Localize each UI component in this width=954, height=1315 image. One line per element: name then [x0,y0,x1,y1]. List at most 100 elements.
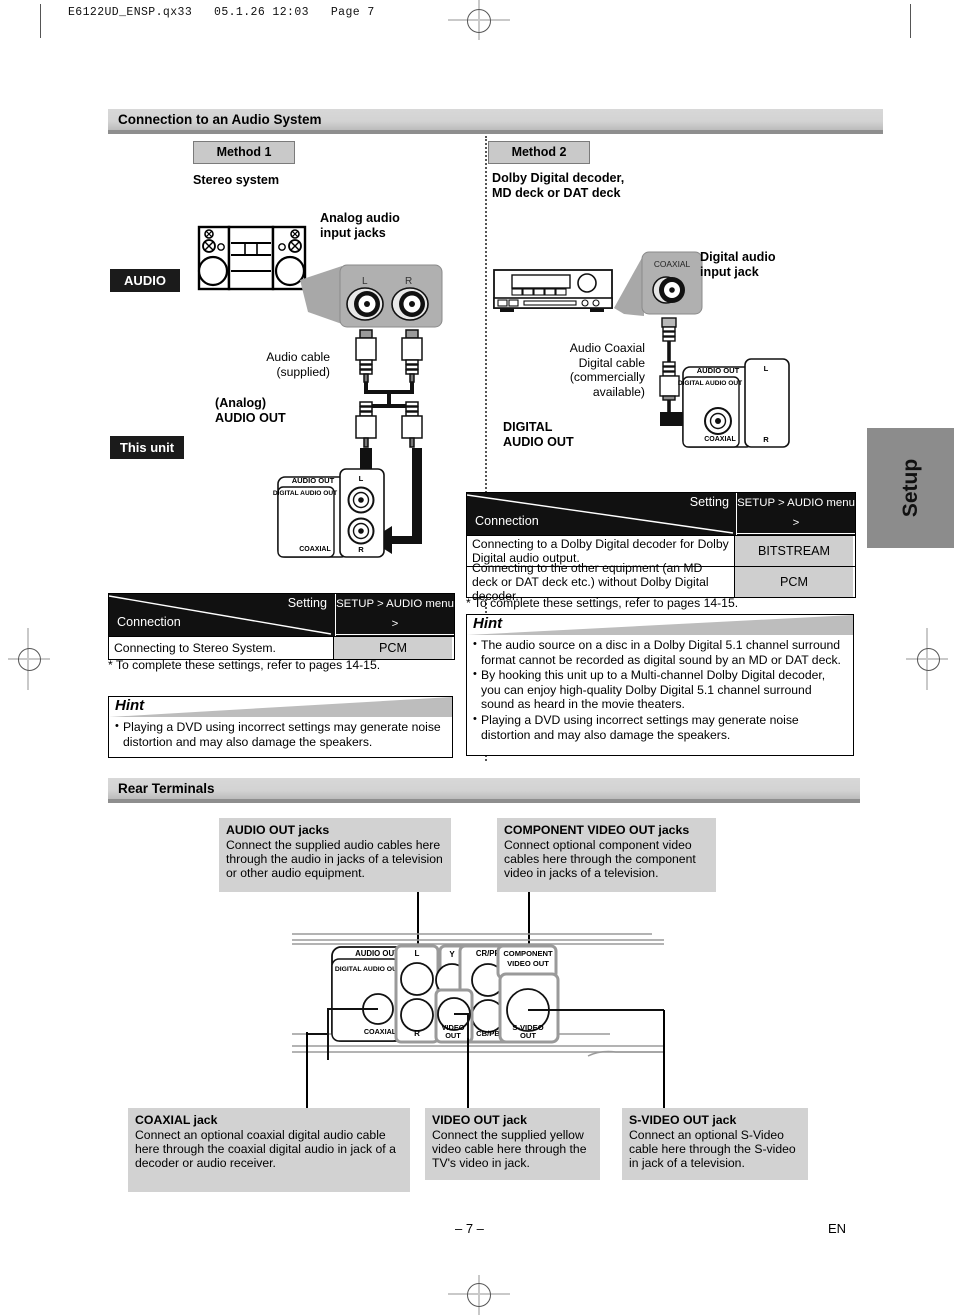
callout-audio-out-jacks: AUDIO OUT jacks Connect the supplied aud… [219,818,451,892]
svg-text:L: L [415,949,420,958]
table-header: Setting Connection SETUP > AUDIO menu > … [467,493,855,535]
leader-line-coaxial [306,1032,308,1108]
list-item: Playing a DVD using incorrect settings m… [115,719,446,749]
svg-text:R: R [405,276,412,287]
callout-coaxial-jack: COAXIAL jack Connect an optional coaxial… [128,1108,410,1192]
registration-circle-left [18,648,41,671]
analog-audio-out-label: (Analog) AUDIO OUT [215,396,286,425]
callout-body: Connect an optional coaxial digital audi… [135,1127,396,1171]
table-header-menu-path: SETUP > AUDIO menu > [737,493,855,534]
callout-video-out-jack: VIDEO OUT jack Connect the supplied yell… [425,1108,600,1180]
callout-s-video-out-jack: S-VIDEO OUT jack Connect an optional S-V… [622,1108,808,1180]
svg-text:R: R [763,435,769,444]
svg-text:DIGITAL AUDIO OUT: DIGITAL AUDIO OUT [678,380,742,387]
hint-title-bar: Hint [467,615,853,635]
audio-cable-label: Audio cable (supplied) [266,350,330,379]
section-rule-rear-terminals [108,799,860,803]
svg-text:R: R [414,1029,420,1038]
svg-text:OUT: OUT [445,1031,461,1040]
table-header-menu-col: SETUP > AUDIO menu > DOLBY DIGITAL [736,493,855,535]
list-item: The audio source on a disc in a Dolby Di… [473,637,847,667]
svg-text:AUDIO OUT: AUDIO OUT [355,949,399,958]
page-number: – 7 – [455,1221,484,1236]
table-header-setting: Setting [287,596,327,610]
method-2-connector-panel: AUDIO OUT DIGITAL AUDIO OUT COAXIAL L R [678,358,790,448]
svg-text:COAXIAL: COAXIAL [654,259,691,269]
svg-text:R: R [358,545,364,554]
hint-title-bar: Hint [109,697,452,717]
section-header-audio-system: Connection to an Audio System [108,108,883,131]
callout-title: VIDEO OUT jack [432,1113,527,1127]
table-header: Setting Connection SETUP > AUDIO menu > … [109,594,454,636]
registration-circle-right [917,648,940,671]
hint-bullet-list: Playing a DVD using incorrect settings m… [109,717,452,755]
side-tab-setup: Setup [867,428,954,548]
table-cell-connection: Connecting to the other equipment (an MD… [472,561,709,603]
hint-title: Hint [115,697,145,714]
svg-text:COAXIAL: COAXIAL [364,1027,397,1036]
svg-text:L: L [764,364,769,373]
callout-body: Connect optional component video cables … [504,837,696,881]
callout-title: S-VIDEO OUT jack [629,1113,737,1127]
table-cell-setting: PCM [333,637,452,659]
callout-body: Connect the supplied audio cables here t… [226,837,443,881]
this-unit-badge-label: This unit [119,440,175,455]
table-row: Connecting to Stereo System. PCM [109,636,454,659]
svg-text:AUDIO OUT: AUDIO OUT [697,366,740,375]
svg-text:COAXIAL: COAXIAL [704,436,736,443]
table-cell-connection: Connecting to Stereo System. [114,641,276,655]
svg-text:OUT: OUT [520,1031,536,1040]
callout-title: AUDIO OUT jacks [226,823,330,837]
digital-audio-out-label: DIGITAL AUDIO OUT [503,420,574,449]
table-header-connection: Connection [475,514,539,528]
svg-text:L: L [362,276,368,287]
trim-mark-right [910,4,911,38]
method-2-settings-table: Setting Connection SETUP > AUDIO menu > … [466,492,856,603]
svg-text:DIGITAL AUDIO OUT: DIGITAL AUDIO OUT [335,966,402,973]
table-cell-setting: PCM [734,567,853,597]
decoder-receiver-illustration [492,268,614,316]
this-unit-badge: This unit [110,436,184,459]
section-header-rear-terminals: Rear Terminals [108,777,860,800]
hint-bullet-list: The audio source on a disc in a Dolby Di… [467,635,853,748]
rca-cable-illustration [348,329,434,455]
method-1-subtitle: Stereo system [193,173,280,187]
method-1-footnote: * To complete these settings, refer to p… [108,658,381,672]
table-row: Connecting to the other equipment (an MD… [467,561,855,603]
hint-wedge [467,615,853,635]
svg-text:AUDIO OUT: AUDIO OUT [292,476,335,485]
callout-body: Connect the supplied yellow video cable … [432,1127,587,1171]
svg-text:COMPONENT: COMPONENT [503,949,553,958]
leader-line-s-video-out [663,1010,665,1108]
method-1-settings-table: Setting Connection SETUP > AUDIO menu > … [108,593,455,660]
side-tab-label: Setup [898,458,922,518]
coaxial-cable-label: Audio Coaxial Digital cable (commerciall… [569,341,645,399]
callout-body: Connect an optional S-Video cable here t… [629,1127,796,1171]
table-header-menu-path: SETUP > AUDIO menu > [336,594,454,635]
language-code: EN [828,1221,847,1236]
svg-text:Y: Y [449,950,455,959]
table-header-menu-col: SETUP > AUDIO menu > DOLBY DIGITAL [335,594,454,636]
coaxial-jack-zoom-panel: COAXIAL [614,250,704,322]
stereo-system-illustration [197,225,307,291]
trim-mark-left [40,4,41,38]
svg-text:VIDEO OUT: VIDEO OUT [507,959,549,968]
callout-title: COAXIAL jack [135,1113,218,1127]
analog-audio-input-jacks-label: Analog audio input jacks [320,211,400,240]
rear-panel-diagram: AUDIO OUT DIGITAL AUDIO OUT COAXIAL L R … [292,930,664,1060]
page-slug: E6122UD_ENSP.qx33 05.1.26 12:03 Page 7 [68,6,375,19]
callout-title: COMPONENT VIDEO OUT jacks [504,823,690,837]
method-1-hint-box: Hint Playing a DVD using incorrect setti… [108,696,453,758]
method-1-label: Method 1 [216,145,272,159]
analog-jack-zoom-panel: L R [300,262,445,332]
callout-component-video-out-jacks: COMPONENT VIDEO OUT jacks Connect option… [497,818,716,892]
section-title-audio-system: Connection to an Audio System [118,112,322,127]
audio-badge-label: AUDIO [124,273,166,288]
method-2-footnote: * To complete these settings, refer to p… [466,596,739,610]
method-1-pill: Method 1 [193,141,295,164]
registration-circle-top [467,9,491,33]
list-item: By hooking this unit up to a Multi-chann… [473,667,847,712]
svg-text:L: L [359,474,364,483]
table-cell-setting: BITSTREAM [734,536,853,566]
table-header-menu-item: DOLBY DIGITAL [737,534,855,535]
